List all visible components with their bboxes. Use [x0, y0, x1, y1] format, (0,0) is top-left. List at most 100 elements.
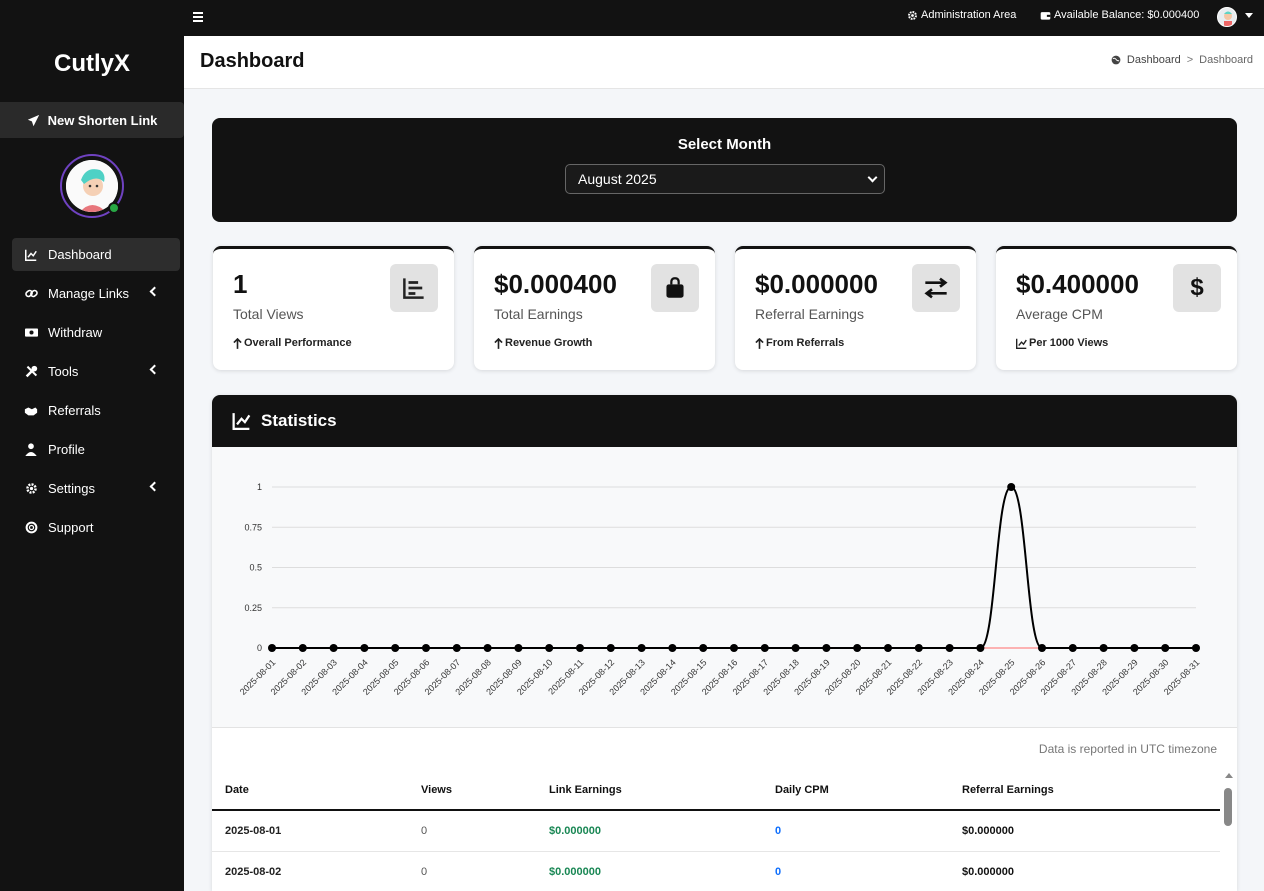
data-point [452, 644, 461, 652]
scroll-up-arrow-icon[interactable] [1225, 773, 1233, 778]
stat-footer: Revenue Growth [494, 337, 592, 349]
data-point [422, 644, 430, 652]
data-point [329, 644, 338, 652]
gear-icon [24, 482, 38, 496]
user-avatar[interactable] [1217, 7, 1237, 27]
stat-footer: Per 1000 Views [1016, 337, 1108, 349]
sidebar-item-settings[interactable]: Settings [12, 472, 180, 505]
data-point [730, 644, 738, 652]
column-header-link-earnings: Link Earnings [536, 770, 762, 811]
hamburger-menu-icon[interactable] [193, 10, 209, 26]
y-tick-label: 0.75 [244, 522, 262, 532]
cell-daily-cpm: 0 [762, 810, 949, 852]
balance-label: Available Balance: $0.000400 [1054, 9, 1200, 21]
data-point [360, 644, 369, 652]
stat-name: Average CPM [1016, 306, 1103, 322]
chevron-down-icon [867, 172, 878, 183]
stat-card-referral-earnings: $0.000000 Referral Earnings From Referra… [735, 246, 976, 370]
exchange-icon [912, 264, 960, 312]
stat-name: Referral Earnings [755, 306, 864, 322]
stat-value: $0.000400 [494, 269, 617, 299]
month-selector-panel: Select Month August 2025 [212, 118, 1237, 222]
line-chart: 00.250.50.7512025-08-012025-08-022025-08… [238, 482, 1202, 697]
data-point [483, 644, 492, 652]
stat-value: $0.000000 [755, 269, 878, 299]
stat-card-total-views: 1 Total Views Overall Performance [213, 246, 454, 370]
top-navbar: Administration Area Available Balance: $… [0, 0, 1264, 36]
stat-footer-label: From Referrals [766, 337, 845, 349]
y-tick-label: 0.5 [249, 563, 262, 573]
stat-card-average-cpm: $0.400000 Average CPM Per 1000 Views $ [996, 246, 1237, 370]
sidebar-item-withdraw[interactable]: Withdraw [12, 316, 180, 349]
sidebar-item-label: Settings [48, 481, 95, 496]
data-point [606, 644, 615, 652]
statistics-header: Statistics [212, 395, 1237, 447]
data-point [914, 644, 923, 652]
sidebar-item-profile[interactable]: Profile [12, 433, 180, 466]
chart-line-icon [232, 413, 251, 430]
utc-note: Data is reported in UTC timezone [1038, 742, 1217, 756]
statistics-chart: 0 0.25 0.5 0.75 1 2025-08-01 2025-08-02 2025-08… [212, 447, 1237, 728]
new-shorten-link-button[interactable]: New Shorten Link [0, 102, 184, 138]
data-point [1161, 644, 1170, 652]
cell-date: 2025-08-01 [212, 810, 408, 852]
stat-name: Total Earnings [494, 306, 583, 322]
data-point [514, 644, 523, 652]
stat-footer-label: Per 1000 Views [1029, 337, 1109, 349]
sidebar-item-support[interactable]: Support [12, 511, 180, 544]
sidebar-item-manage-links[interactable]: Manage Links [12, 277, 180, 310]
month-select[interactable]: August 2025 [565, 164, 885, 194]
life-ring-icon [24, 521, 38, 535]
data-point [668, 644, 677, 652]
data-point [1130, 644, 1139, 652]
online-status-dot [108, 202, 120, 214]
data-point [760, 644, 769, 652]
arrow-up-icon [755, 337, 764, 349]
data-point [1192, 644, 1200, 652]
table-header-row: Date Views Link Earnings Daily CPM Refer… [212, 770, 1220, 811]
chevron-left-icon [149, 286, 160, 297]
cell-views: 0 [408, 810, 536, 852]
stat-footer: Overall Performance [233, 337, 352, 349]
admin-area-link[interactable]: Administration Area [907, 9, 1016, 21]
paper-plane-icon [27, 114, 39, 126]
arrow-up-icon [494, 337, 503, 349]
data-point [884, 644, 892, 652]
user-dropdown-caret-icon[interactable] [1245, 13, 1253, 18]
tools-icon [24, 365, 38, 379]
content-header: Dashboard Dashboard > Dashboard [184, 36, 1264, 89]
globe-icon [1111, 55, 1121, 65]
cell-link-earnings: $0.000000 [536, 810, 762, 852]
statistics-table-wrapper: Date Views Link Earnings Daily CPM Refer… [212, 770, 1222, 891]
brand-logo[interactable]: CutlyX [0, 50, 184, 78]
statistics-table: Date Views Link Earnings Daily CPM Refer… [212, 770, 1220, 891]
admin-area-label: Administration Area [921, 9, 1017, 21]
breadcrumb-link-dashboard[interactable]: Dashboard [1127, 54, 1181, 66]
stat-footer-label: Overall Performance [244, 337, 352, 349]
link-icon [24, 287, 38, 301]
sidebar-item-dashboard[interactable]: Dashboard [12, 238, 180, 271]
stat-value: 1 [233, 269, 248, 299]
breadcrumb: Dashboard > Dashboard [1111, 54, 1253, 66]
sidebar-item-referrals[interactable]: Referrals [12, 394, 180, 427]
data-point [1099, 644, 1108, 652]
sidebar-item-label: Tools [48, 364, 79, 379]
data-point [637, 644, 646, 652]
table-scrollbar[interactable] [1222, 770, 1236, 891]
shopping-bag-icon [651, 264, 699, 312]
chart-line-icon [24, 248, 38, 262]
data-point [945, 644, 954, 652]
sidebar-item-label: Referrals [48, 403, 101, 418]
stat-card-total-earnings: $0.000400 Total Earnings Revenue Growth [474, 246, 715, 370]
chevron-left-icon [149, 481, 160, 492]
scrollbar-thumb[interactable] [1224, 788, 1232, 826]
user-icon [24, 443, 38, 457]
page-title: Dashboard [200, 50, 305, 72]
data-point [822, 644, 831, 652]
handshake-icon [24, 404, 38, 418]
sidebar-item-tools[interactable]: Tools [12, 355, 180, 388]
balance-display: Available Balance: $0.000400 [1040, 9, 1199, 21]
chevron-left-icon [149, 364, 160, 375]
cell-referral-earnings: $0.000000 [949, 851, 1220, 891]
data-point [791, 644, 800, 652]
